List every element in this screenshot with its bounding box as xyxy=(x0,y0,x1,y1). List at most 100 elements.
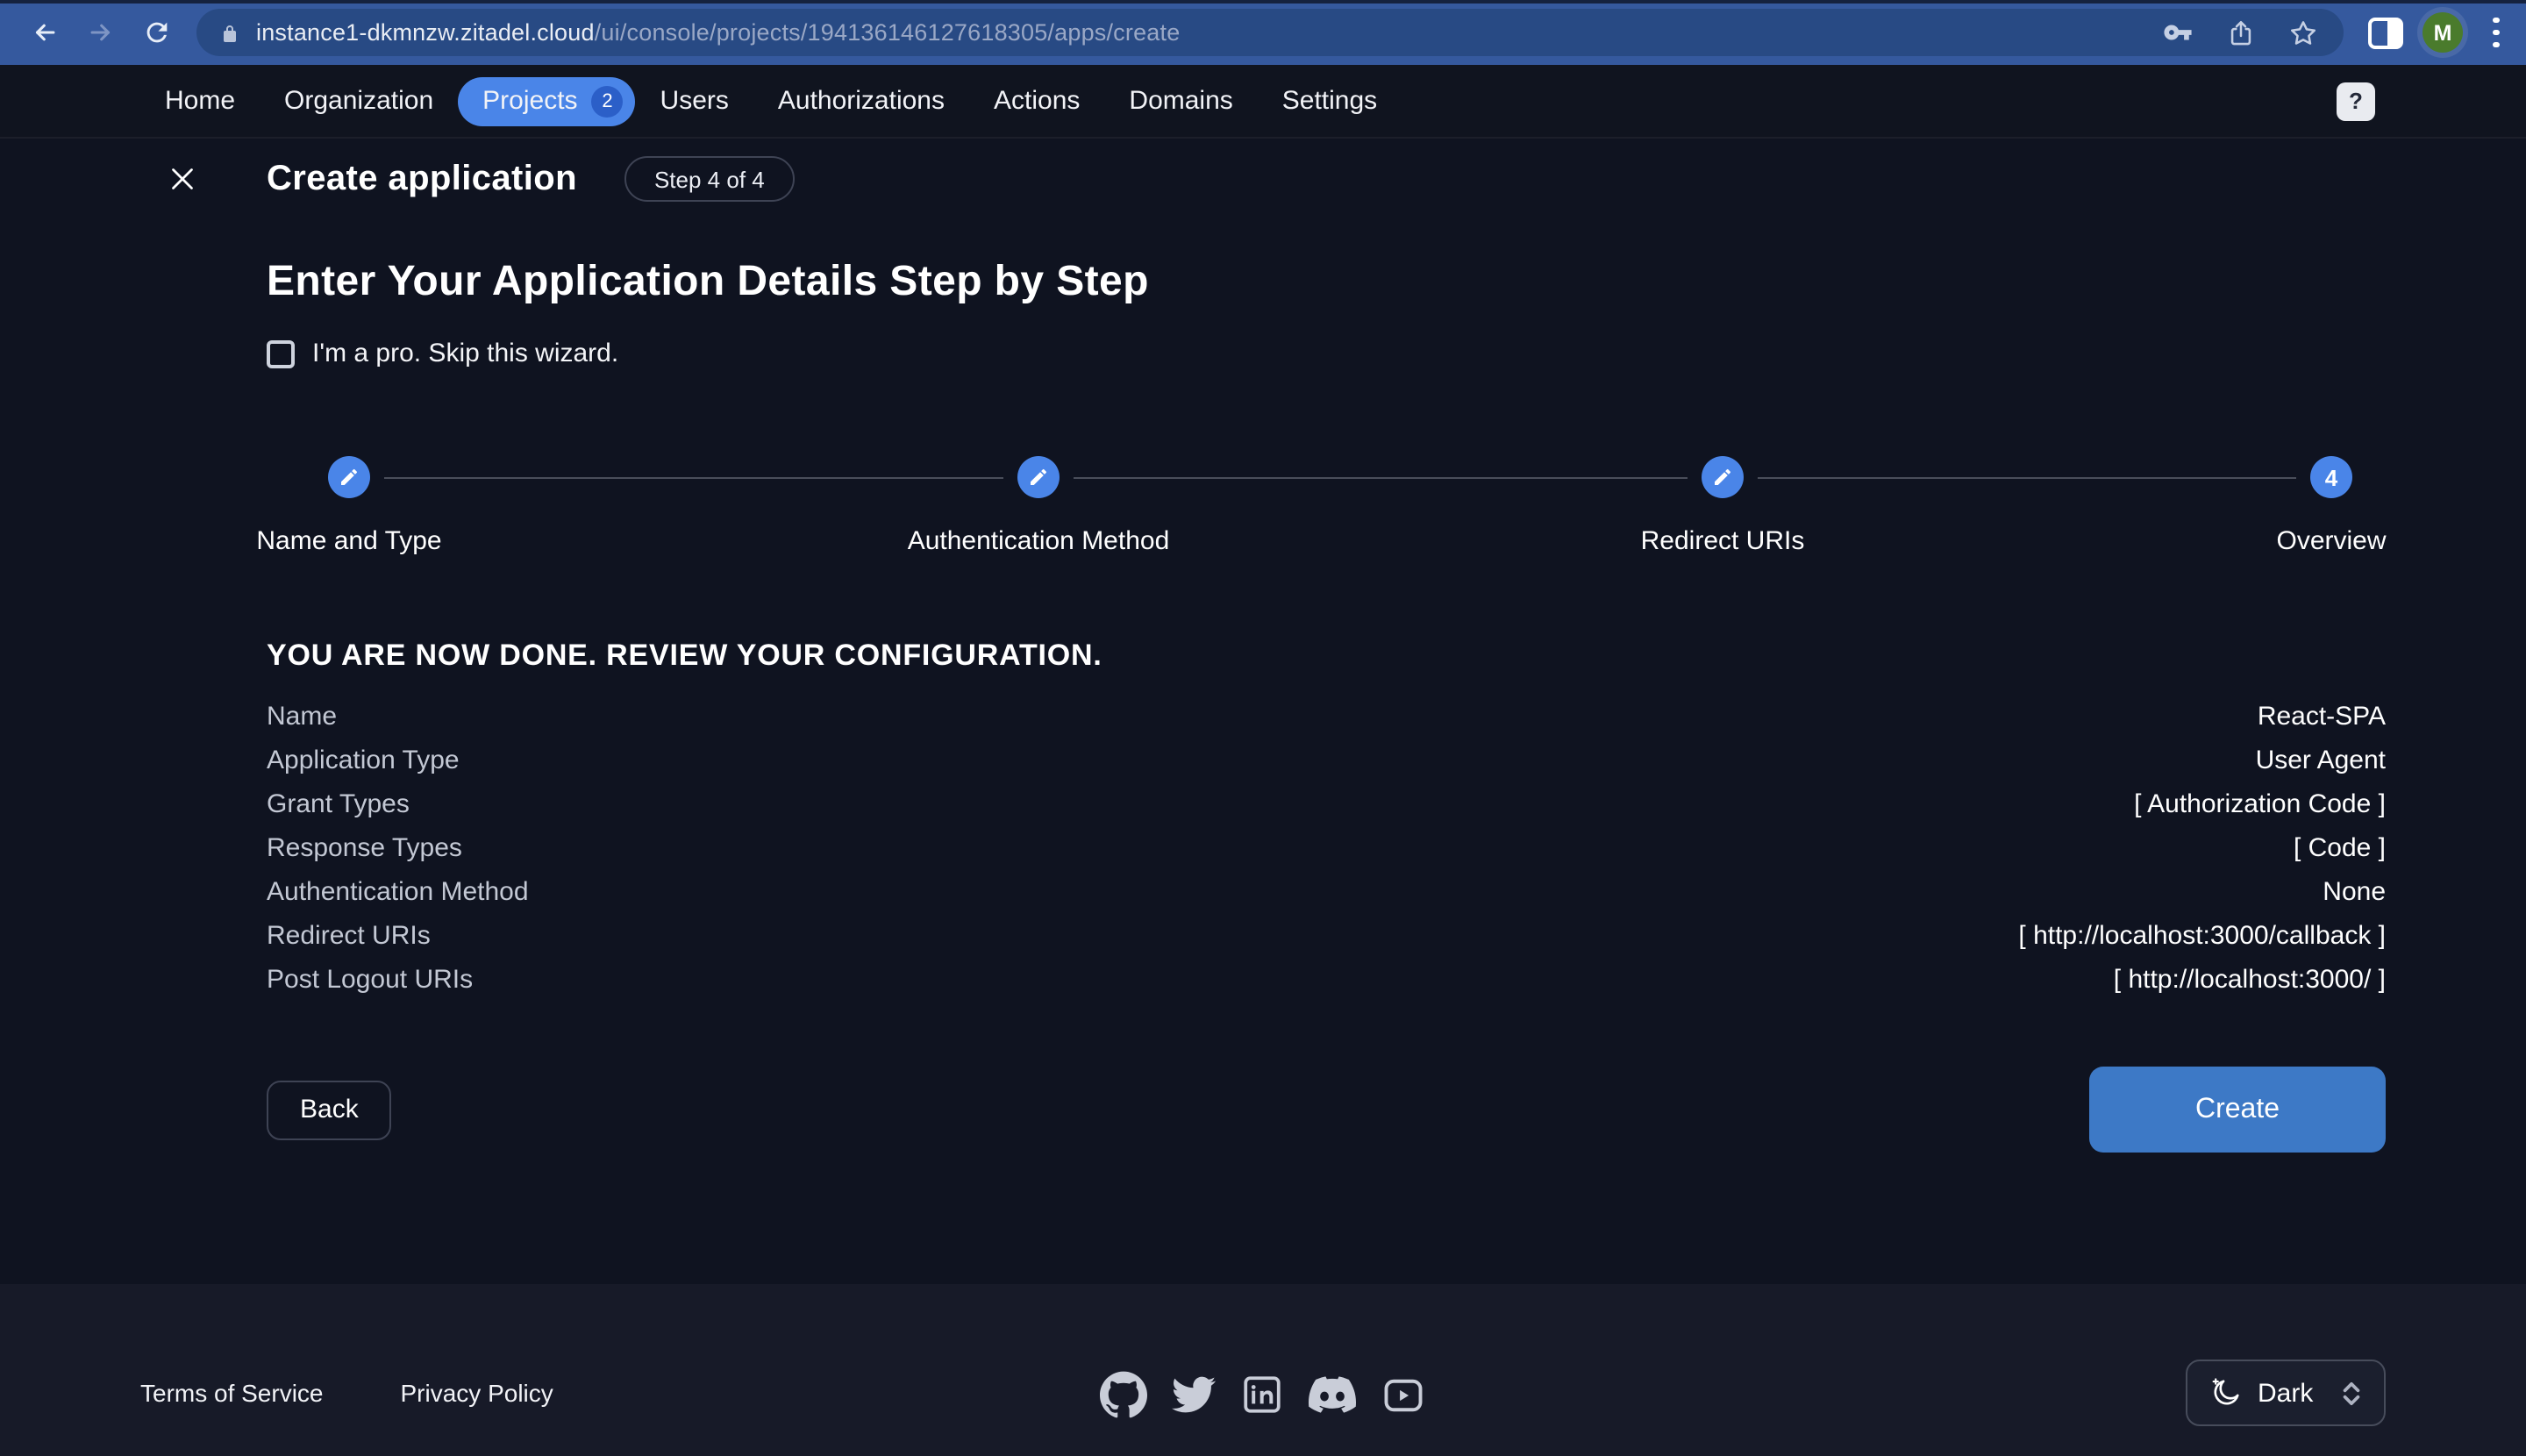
pencil-icon xyxy=(339,467,360,488)
row-label: Authentication Method xyxy=(267,877,529,907)
review-row-application-type: Application Type User Agent xyxy=(267,739,2386,782)
nav-item-organization[interactable]: Organization xyxy=(260,76,458,125)
step-3-circle[interactable] xyxy=(1702,456,1744,498)
step-indicator-pill: Step 4 of 4 xyxy=(624,156,795,202)
row-value: None xyxy=(2323,877,2386,907)
row-label: Name xyxy=(267,702,337,732)
review-table: Name React-SPA Application Type User Age… xyxy=(267,695,2386,1002)
nav-item-actions[interactable]: Actions xyxy=(969,76,1104,125)
star-icon xyxy=(2287,17,2319,48)
social-links xyxy=(1100,1371,1426,1418)
forward-arrow-icon xyxy=(85,18,115,47)
theme-selector[interactable]: Dark xyxy=(2186,1360,2386,1426)
select-chevrons-icon xyxy=(2340,1378,2363,1408)
stepper: 4 Name and Type Authentication Method Re… xyxy=(267,456,2386,565)
url-domain: instance1-dkmnzw.zitadel.cloud xyxy=(256,19,595,46)
close-button[interactable] xyxy=(161,158,203,200)
pencil-icon xyxy=(1028,467,1049,488)
terms-of-service-link[interactable]: Terms of Service xyxy=(140,1379,324,1407)
row-value: [ Code ] xyxy=(2294,833,2386,863)
nav-item-label: Projects xyxy=(482,86,577,116)
nav-item-users[interactable]: Users xyxy=(636,76,753,125)
review-row-authentication-method: Authentication Method None xyxy=(267,870,2386,914)
step-4-number: 4 xyxy=(2325,464,2337,490)
step-1-label: Name and Type xyxy=(256,526,441,556)
review-row-post-logout-uris: Post Logout URIs [ http://localhost:3000… xyxy=(267,958,2386,1002)
row-value: [ http://localhost:3000/callback ] xyxy=(2018,921,2386,951)
step-connector xyxy=(1074,477,1688,479)
back-arrow-icon xyxy=(29,18,59,47)
review-row-response-types: Response Types [ Code ] xyxy=(267,826,2386,870)
step-2-circle[interactable] xyxy=(1017,456,1060,498)
console-nav: Home Organization Projects 2 Users Autho… xyxy=(0,65,2526,139)
nav-item-authorizations[interactable]: Authorizations xyxy=(753,76,969,125)
twitter-icon xyxy=(1172,1373,1216,1417)
step-1-circle[interactable] xyxy=(328,456,370,498)
youtube-icon xyxy=(1381,1372,1426,1417)
review-heading: YOU ARE NOW DONE. REVIEW YOUR CONFIGURAT… xyxy=(267,639,2386,674)
page-title: Create application xyxy=(267,159,577,199)
row-value: [ http://localhost:3000/ ] xyxy=(2114,965,2386,995)
help-button[interactable]: ? xyxy=(2337,82,2375,120)
review-row-name: Name React-SPA xyxy=(267,695,2386,739)
step-connector xyxy=(1758,477,2296,479)
github-icon xyxy=(1100,1371,1147,1418)
key-icon xyxy=(2162,18,2192,47)
nav-item-settings[interactable]: Settings xyxy=(1258,76,1402,125)
nav-item-domains[interactable]: Domains xyxy=(1104,76,1257,125)
wizard-heading: Enter Your Application Details Step by S… xyxy=(267,258,2386,307)
password-key-button[interactable] xyxy=(2159,15,2194,50)
row-value: User Agent xyxy=(2256,746,2386,775)
close-icon xyxy=(167,163,198,195)
theme-label: Dark xyxy=(2258,1378,2313,1408)
review-row-grant-types: Grant Types [ Authorization Code ] xyxy=(267,782,2386,826)
share-button[interactable] xyxy=(2223,15,2258,50)
pencil-icon xyxy=(1712,467,1733,488)
share-icon xyxy=(2225,17,2255,48)
step-3-label: Redirect URIs xyxy=(1641,526,1805,556)
browser-back-button[interactable] xyxy=(21,10,67,55)
row-label: Application Type xyxy=(267,746,460,775)
skip-wizard-row[interactable]: I'm a pro. Skip this wizard. xyxy=(267,339,2386,368)
skip-wizard-checkbox[interactable] xyxy=(267,339,295,368)
screen: instance1-dkmnzw.zitadel.cloud/ui/consol… xyxy=(0,0,2526,1456)
skip-wizard-label: I'm a pro. Skip this wizard. xyxy=(312,339,618,368)
url-bar[interactable]: instance1-dkmnzw.zitadel.cloud/ui/consol… xyxy=(196,9,2344,56)
wizard-header: Create application Step 4 of 4 xyxy=(0,139,2526,209)
side-panel-icon[interactable] xyxy=(2368,17,2403,48)
bookmark-star-button[interactable] xyxy=(2286,15,2321,50)
url-text: instance1-dkmnzw.zitadel.cloud/ui/consol… xyxy=(256,19,1180,46)
browser-reload-button[interactable] xyxy=(133,10,179,55)
wizard-actions: Back Create xyxy=(267,1067,2386,1153)
discord-icon xyxy=(1309,1371,1356,1418)
url-path: /ui/console/projects/194136146127618305/… xyxy=(595,19,1181,46)
linkedin-link[interactable] xyxy=(1240,1373,1284,1417)
twitter-link[interactable] xyxy=(1172,1373,1216,1417)
nav-item-home[interactable]: Home xyxy=(140,76,260,125)
browser-chrome: instance1-dkmnzw.zitadel.cloud/ui/consol… xyxy=(0,0,2526,65)
row-label: Response Types xyxy=(267,833,462,863)
step-4-circle[interactable]: 4 xyxy=(2310,456,2352,498)
nav-item-projects[interactable]: Projects 2 xyxy=(458,76,635,125)
discord-link[interactable] xyxy=(1309,1371,1356,1418)
row-label: Redirect URIs xyxy=(267,921,431,951)
step-4-label: Overview xyxy=(2276,526,2386,556)
youtube-link[interactable] xyxy=(1381,1372,1426,1417)
step-connector xyxy=(384,477,1003,479)
back-button[interactable]: Back xyxy=(267,1080,392,1139)
wizard-main: Create application Step 4 of 4 Enter You… xyxy=(0,139,2526,1284)
step-2-label: Authentication Method xyxy=(908,526,1170,556)
browser-menu-icon[interactable] xyxy=(2486,11,2506,55)
github-link[interactable] xyxy=(1100,1371,1147,1418)
reload-icon xyxy=(141,18,171,47)
projects-count-badge: 2 xyxy=(592,85,624,117)
browser-avatar[interactable]: M xyxy=(2423,12,2463,53)
dark-mode-moon-icon xyxy=(2208,1376,2242,1410)
create-button[interactable]: Create xyxy=(2089,1067,2386,1153)
browser-forward-button[interactable] xyxy=(77,10,123,55)
row-value: React-SPA xyxy=(2258,702,2386,732)
privacy-policy-link[interactable]: Privacy Policy xyxy=(401,1379,553,1407)
row-label: Grant Types xyxy=(267,789,410,819)
lock-icon xyxy=(219,20,240,45)
row-value: [ Authorization Code ] xyxy=(2134,789,2386,819)
